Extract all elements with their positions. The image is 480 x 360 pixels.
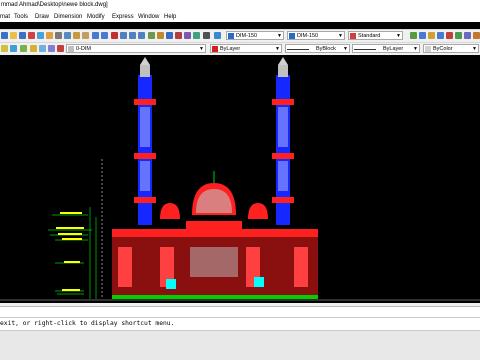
plot-style-select[interactable]: ByColor ▼ [423,44,479,53]
menu-window[interactable]: Window [138,14,159,20]
standard-toolbar: DIM-150 ▼ DIM-150 ▼ Standard ▼ [0,29,480,42]
chevron-down-icon: ▼ [275,46,280,52]
color-select[interactable]: ByLayer ▼ [210,44,282,53]
lightbulb-icon[interactable] [30,45,37,52]
dimension-icon [228,33,234,39]
window-title: mmad Ahmad\Desktop\newe block.dwg] [1,2,108,8]
line-sample-icon [354,46,376,50]
text-style-icon [350,33,356,39]
plot-preview-icon[interactable] [37,32,44,39]
publish-icon[interactable] [46,32,53,39]
open-file-icon[interactable] [10,32,17,39]
color-swatch-icon [212,46,218,52]
menu-dimension[interactable]: Dimension [54,14,82,20]
chevron-down-icon: ▼ [413,46,418,52]
command-line[interactable]: exit, or right-click to display shortcut… [0,318,480,331]
cut-icon[interactable] [55,32,62,39]
chevron-down-icon: ▼ [472,46,477,52]
plot-style-icon [425,46,431,52]
menu-bar: mat Tools Draw Dimension Modify Express … [0,12,480,22]
chevron-down-icon: ▼ [199,46,204,52]
help-icon[interactable] [203,32,210,39]
layer-walk-icon[interactable] [437,32,444,39]
paste-icon[interactable] [73,32,80,39]
sun-icon[interactable] [39,45,46,52]
facade [112,221,318,299]
command-history [0,306,480,318]
chevron-down-icon: ▼ [338,33,343,39]
dim-style-icon[interactable] [214,32,221,39]
copy-icon[interactable] [64,32,71,39]
line-sample-icon [287,46,309,50]
layer-icon [68,46,74,52]
redo-icon[interactable] [101,32,108,39]
workspace-icon[interactable] [410,32,417,39]
dim-style-select-2[interactable]: DIM-150 ▼ [287,31,345,40]
text-style-select[interactable]: Standard ▼ [348,31,403,40]
right-small-dome [248,203,268,219]
layers-toolbar: 0-DIM ▼ ByLayer ▼ ByBlock ▼ ByLayer ▼ By… [0,42,480,55]
sheet-set-icon[interactable] [175,32,182,39]
layer-tools-icon[interactable] [419,32,426,39]
properties-icon[interactable] [148,32,155,39]
zoom-previous-icon[interactable] [138,32,145,39]
design-center-icon[interactable] [157,32,164,39]
chevron-down-icon: ▼ [343,46,348,52]
chevron-down-icon: ▼ [277,33,282,39]
color-swatch-icon[interactable] [57,45,64,52]
layer-state-icon[interactable] [428,32,435,39]
left-small-dome [160,203,180,219]
layer-isolate-icon[interactable] [446,32,453,39]
left-minaret [134,57,156,225]
new-file-icon[interactable] [1,32,8,39]
zoom-realtime-icon[interactable] [120,32,127,39]
save-icon[interactable] [19,32,26,39]
layer-previous-icon[interactable] [10,45,17,52]
menu-tools[interactable]: Tools [14,14,28,20]
layer-properties-icon[interactable] [1,45,8,52]
layer-unisolate-icon[interactable] [455,32,462,39]
menu-help[interactable]: Help [164,14,176,20]
pan-icon[interactable] [111,32,118,39]
match-properties-icon[interactable] [82,32,89,39]
main-dome [192,171,236,215]
plot-icon[interactable] [28,32,35,39]
mosque-elevation-drawing [0,57,480,301]
chevron-down-icon: ▼ [396,33,401,39]
layer-off-icon[interactable] [473,32,480,39]
markup-icon[interactable] [184,32,191,39]
lock-icon[interactable] [48,45,55,52]
layer-freeze-icon[interactable] [464,32,471,39]
dimension-text [56,212,84,291]
dimension-icon [289,33,295,39]
calculator-icon[interactable] [193,32,200,39]
menu-format[interactable]: mat [0,14,10,20]
drawing-canvas[interactable] [0,57,480,303]
layer-select[interactable]: 0-DIM ▼ [66,44,206,53]
lineweight-select[interactable]: ByLayer ▼ [352,44,420,53]
menu-draw[interactable]: Draw [35,14,49,20]
status-bar [0,331,480,360]
zoom-window-icon[interactable] [129,32,136,39]
dim-style-select-1[interactable]: DIM-150 ▼ [226,31,284,40]
menu-express[interactable]: Express [112,14,134,20]
command-prompt: exit, or right-click to display shortcut… [0,320,175,327]
right-minaret [272,57,294,225]
make-current-icon[interactable] [20,45,27,52]
undo-icon[interactable] [92,32,99,39]
tool-palettes-icon[interactable] [166,32,173,39]
menu-modify[interactable]: Modify [87,14,105,20]
linetype-select[interactable]: ByBlock ▼ [285,44,350,53]
